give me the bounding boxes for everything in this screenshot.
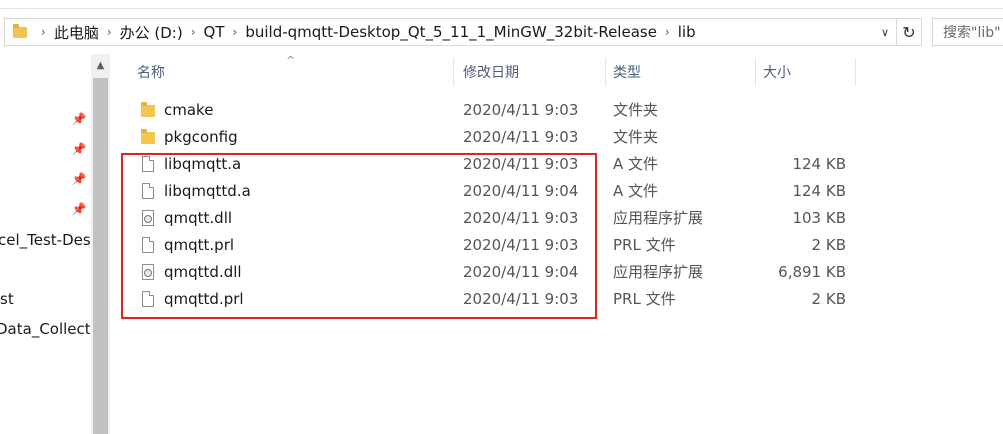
file-type: A 文件 (613, 155, 659, 173)
file-date: 2020/4/11 9:03 (463, 127, 579, 146)
file-date: 2020/4/11 9:04 (463, 262, 579, 281)
row-icon-cell (140, 177, 156, 204)
row-icon-cell (140, 285, 156, 312)
breadcrumb-build[interactable]: build-qmqtt-Desktop_Qt_5_11_1_MinGW_32bi… (245, 23, 657, 41)
file-name: qmqtt.dll (164, 208, 233, 227)
nav-item[interactable]: st (0, 290, 14, 308)
column-divider[interactable] (453, 58, 454, 86)
sort-ascending-icon: ^ (286, 54, 296, 67)
pin-icon[interactable]: 📌 (72, 172, 87, 186)
nav-item[interactable]: Data_Collectio (0, 320, 90, 338)
column-divider[interactable] (855, 58, 856, 86)
file-name: cmake (164, 100, 214, 119)
file-list: ^ 名称 修改日期 类型 大小 cmake 2020/4/11 9:03 文件夹 pk… (110, 54, 1003, 434)
file-type: 应用程序扩展 (613, 263, 704, 281)
search-placeholder: 搜索"lib" (943, 25, 1001, 41)
table-row[interactable]: qmqttd.prl 2020/4/11 9:03 PRL 文件 2 KB (110, 285, 1003, 312)
address-bar[interactable]: › 此电脑 › 办公 (D:) › QT › build-qmqtt-Deskt… (4, 18, 922, 46)
column-name[interactable]: 名称 (137, 54, 165, 90)
dll-icon (142, 209, 154, 226)
file-size: 2 KB (811, 289, 846, 308)
column-size[interactable]: 大小 (763, 54, 791, 90)
folder-icon (141, 101, 155, 117)
column-header: ^ 名称 修改日期 类型 大小 (110, 54, 1003, 90)
chevron-right-icon[interactable]: › (191, 25, 196, 39)
refresh-icon[interactable]: ↻ (896, 19, 921, 45)
file-type: A 文件 (613, 182, 659, 200)
scroll-up-icon[interactable]: ▲ (91, 54, 110, 76)
file-name: qmqtt.prl (164, 235, 235, 254)
folder-icon (13, 23, 27, 38)
file-date: 2020/4/11 9:03 (463, 235, 579, 254)
breadcrumb-lib[interactable]: lib (678, 23, 696, 41)
scroll-thumb[interactable] (93, 78, 108, 434)
breadcrumb-qt[interactable]: QT (204, 23, 225, 41)
column-divider[interactable] (755, 58, 756, 86)
file-date: 2020/4/11 9:03 (463, 154, 579, 173)
file-date: 2020/4/11 9:04 (463, 181, 579, 200)
file-name: qmqttd.dll (164, 262, 242, 281)
file-size: 124 KB (792, 181, 846, 200)
folder-icon (141, 128, 155, 144)
file-type: 文件夹 (613, 101, 659, 119)
file-type: PRL 文件 (613, 290, 676, 308)
table-row[interactable]: qmqttd.dll 2020/4/11 9:04 应用程序扩展 6,891 KB (110, 258, 1003, 285)
row-icon-cell (140, 123, 156, 150)
ribbon-edge (0, 0, 1003, 9)
chevron-down-icon[interactable]: ∨ (875, 19, 895, 45)
file-name: pkgconfig (164, 127, 238, 146)
nav-scrollbar[interactable]: ▲ (91, 54, 110, 434)
file-size: 6,891 KB (778, 262, 846, 281)
file-icon (142, 182, 154, 199)
file-date: 2020/4/11 9:03 (463, 208, 579, 227)
file-type: 应用程序扩展 (613, 209, 704, 227)
pin-icon[interactable]: 📌 (72, 202, 87, 216)
file-size: 124 KB (792, 154, 846, 173)
file-icon (142, 155, 154, 172)
chevron-right-icon[interactable]: › (665, 25, 670, 39)
breadcrumb-drive[interactable]: 办公 (D:) (120, 22, 183, 43)
file-type: PRL 文件 (613, 236, 676, 254)
file-icon (142, 290, 154, 307)
row-icon-cell (140, 258, 156, 285)
table-row[interactable]: qmqtt.dll 2020/4/11 9:03 应用程序扩展 103 KB (110, 204, 1003, 231)
table-row[interactable]: cmake 2020/4/11 9:03 文件夹 (110, 96, 1003, 123)
file-size: 2 KB (811, 235, 846, 254)
file-type: 文件夹 (613, 128, 659, 146)
file-name: qmqttd.prl (164, 289, 244, 308)
file-date: 2020/4/11 9:03 (463, 289, 579, 308)
chevron-right-icon[interactable]: › (41, 25, 46, 39)
breadcrumb-this-pc[interactable]: 此电脑 (54, 22, 99, 43)
file-date: 2020/4/11 9:03 (463, 100, 579, 119)
file-icon (142, 236, 154, 253)
pin-icon[interactable]: 📌 (72, 142, 87, 156)
chevron-right-icon[interactable]: › (233, 25, 238, 39)
pin-icon[interactable]: 📌 (72, 112, 87, 126)
address-row: › 此电脑 › 办公 (D:) › QT › build-qmqtt-Deskt… (0, 14, 1003, 50)
row-icon-cell (140, 231, 156, 258)
table-row[interactable]: qmqtt.prl 2020/4/11 9:03 PRL 文件 2 KB (110, 231, 1003, 258)
file-size: 103 KB (792, 208, 846, 227)
column-type[interactable]: 类型 (613, 54, 641, 90)
file-name: libqmqtt.a (164, 154, 242, 173)
search-input[interactable]: 搜索"lib" (932, 18, 1003, 46)
chevron-right-icon[interactable]: › (107, 25, 112, 39)
column-date[interactable]: 修改日期 (463, 54, 519, 90)
row-icon-cell (140, 150, 156, 177)
file-explorer-window: › 此电脑 › 办公 (D:) › QT › build-qmqtt-Deskt… (0, 0, 1003, 434)
navigation-pane: 📌 📌 📌 📌 cel_Test-Des st Data_Collectio (0, 54, 90, 434)
column-divider[interactable] (605, 58, 606, 86)
row-icon-cell (140, 96, 156, 123)
dll-icon (142, 263, 154, 280)
nav-item[interactable]: cel_Test-Des (0, 231, 90, 249)
row-icon-cell (140, 204, 156, 231)
table-row[interactable]: pkgconfig 2020/4/11 9:03 文件夹 (110, 123, 1003, 150)
table-row[interactable]: libqmqtt.a 2020/4/11 9:03 A 文件 124 KB (110, 150, 1003, 177)
file-size (755, 96, 846, 123)
file-name: libqmqttd.a (164, 181, 251, 200)
table-row[interactable]: libqmqttd.a 2020/4/11 9:04 A 文件 124 KB (110, 177, 1003, 204)
file-size (755, 123, 846, 150)
